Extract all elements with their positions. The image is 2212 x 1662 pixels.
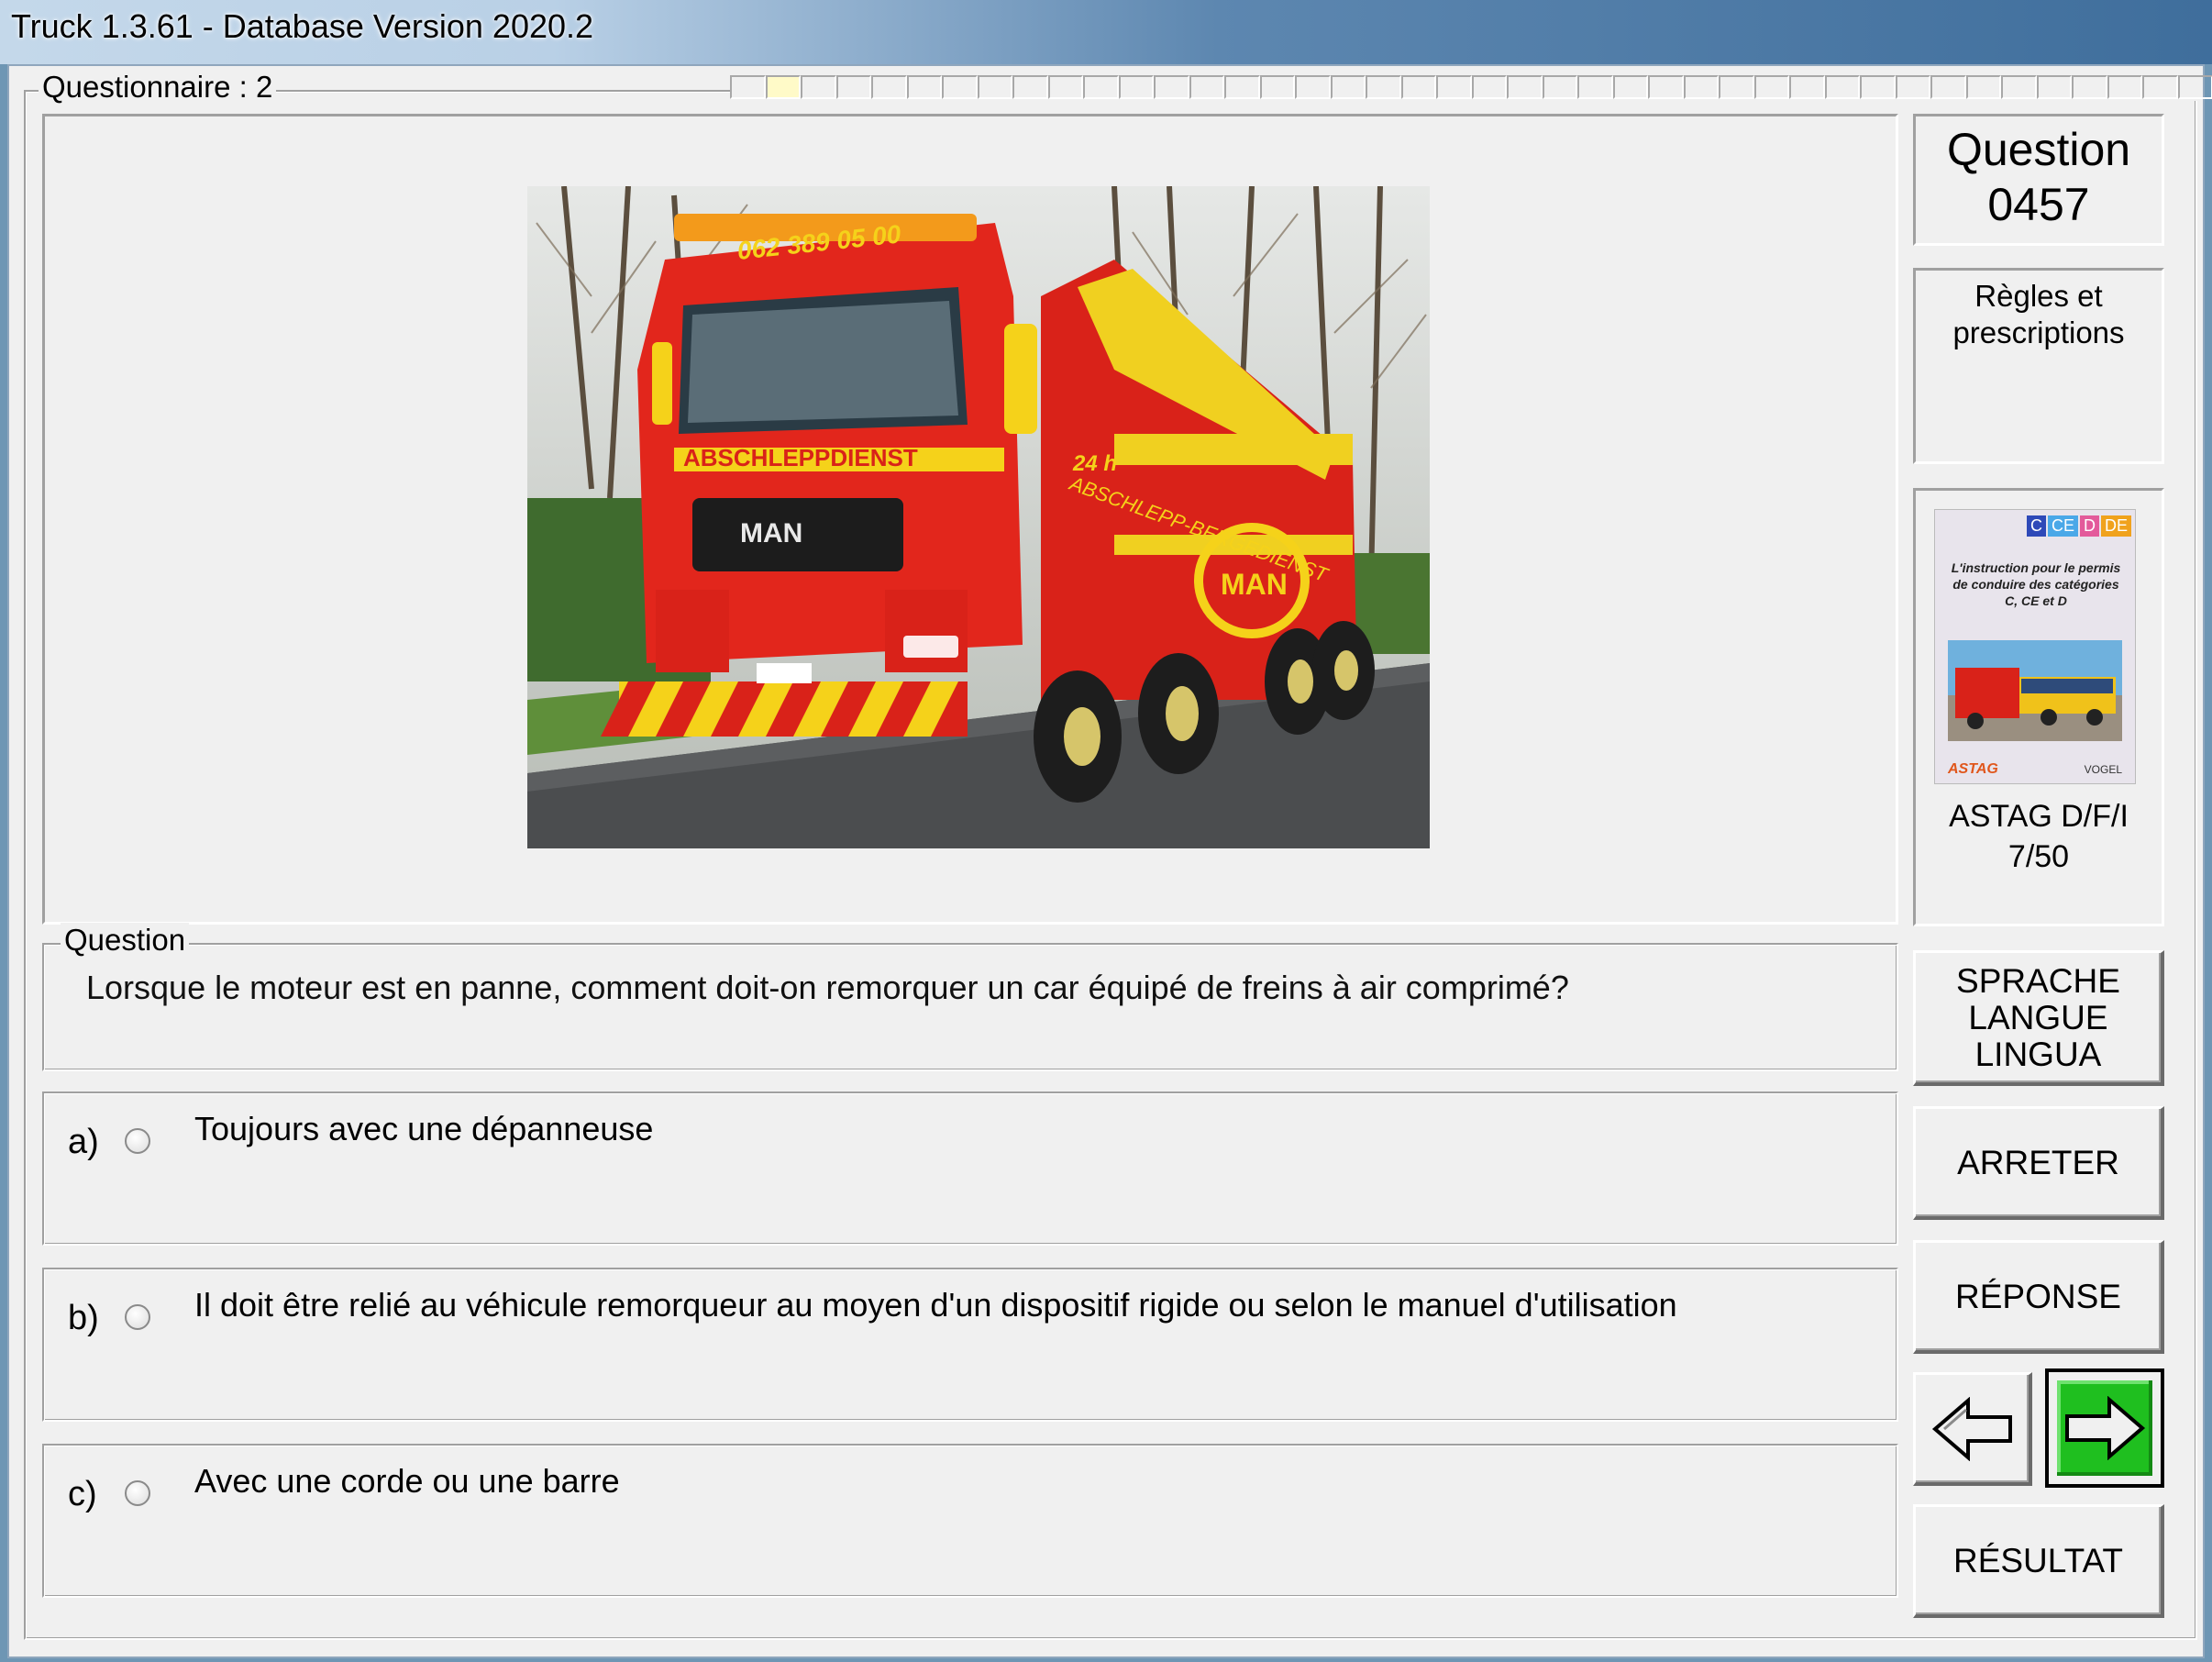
progress-segment [730,75,766,99]
answer-c-box[interactable]: c) Avec une corde ou une barre [42,1444,1898,1598]
question-legend: Question [61,923,190,958]
window-title: Truck 1.3.61 - Database Version 2020.2 [11,7,594,45]
progress-segment [1330,75,1366,99]
question-group [42,943,1898,1071]
vogel-logo: VOGEL [2084,763,2122,776]
language-label-it: LINGUA [1974,1035,2102,1073]
progress-segment [2177,75,2212,99]
progress-segment [1400,75,1436,99]
question-progress-bar [730,75,2212,101]
progress-segment [2001,75,2037,99]
book-cover: C CE D DE L'instruction pour le permis d… [1934,509,2136,784]
truck-photo: ABSCHLEPPDIENST 062 389 05 00 ABSCHLEPP-… [527,186,1430,848]
progress-segment [1577,75,1613,99]
arrow-right-icon [2065,1396,2146,1460]
progress-segment [765,75,801,99]
progress-segment [2142,75,2178,99]
progress-segment [1154,75,1189,99]
progress-segment [1118,75,1154,99]
truck-brand: MAN [740,518,802,548]
answer-b-letter: b) [68,1299,99,1337]
title-bar: Truck 1.3.61 - Database Version 2020.2 [0,0,2212,64]
progress-segment [1224,75,1260,99]
progress-segment [871,75,907,99]
source-box: C CE D DE L'instruction pour le permis d… [1913,488,2164,926]
progress-segment [1471,75,1507,99]
arrow-left-icon [1931,1396,2012,1461]
progress-segment [801,75,836,99]
result-button[interactable]: RÉSULTAT [1913,1504,2164,1618]
truck-hours-text: 24 h [1072,451,1117,476]
badge-d: D [2079,515,2099,537]
progress-segment [1824,75,1860,99]
progress-segment [1507,75,1543,99]
progress-segment [1930,75,1966,99]
answer-a-box[interactable]: a) Toujours avec une dépanneuse [42,1091,1898,1246]
answer-b-text: Il doit être relié au véhicule remorqueu… [194,1286,1677,1324]
app-window: Questionnaire : 2 ABSCHLEPPDIENST 062 38… [7,64,2212,1658]
category-text: Règles et prescriptions [1952,279,2125,349]
progress-segment [977,75,1012,99]
progress-segment [942,75,978,99]
answer-b-box[interactable]: b) Il doit être relié au véhicule remorq… [42,1268,1898,1422]
answer-a-letter: a) [68,1123,99,1161]
progress-segment [1436,75,1472,99]
answer-c-text: Avec une corde ou une barre [194,1462,620,1500]
progress-segment [1189,75,1224,99]
progress-segment [1719,75,1754,99]
question-number: 0457 [1987,179,2090,230]
answer-button[interactable]: RÉPONSE [1913,1240,2164,1354]
answer-a-text: Toujours avec une dépanneuse [194,1110,654,1147]
progress-segment [1895,75,1930,99]
progress-segment [906,75,942,99]
source-label: ASTAG D/F/I [1949,799,2129,834]
progress-segment [1259,75,1295,99]
progress-segment [1083,75,1119,99]
progress-segment [1295,75,1331,99]
source-page: 7/50 [2007,839,2070,874]
progress-segment [1965,75,2001,99]
progress-segment [2107,75,2142,99]
question-number-box: Question 0457 [1913,114,2164,246]
progress-segment [1683,75,1719,99]
answer-b-radio[interactable] [125,1304,150,1330]
category-box: Règles et prescriptions [1913,268,2164,464]
language-button[interactable]: SPRACHE LANGUE LINGUA [1913,950,2164,1086]
progress-segment [2072,75,2107,99]
image-panel: ABSCHLEPPDIENST 062 389 05 00 ABSCHLEPP-… [42,114,1898,925]
question-number-label: Question [1946,124,2131,175]
question-text: Lorsque le moteur est en panne, comment … [86,969,1569,1006]
questionnaire-label: Questionnaire : 2 [39,70,277,105]
progress-segment [1612,75,1648,99]
progress-segment [1366,75,1401,99]
progress-segment [1753,75,1789,99]
language-label-fr: LANGUE [1968,998,2108,1036]
stop-button[interactable]: ARRETER [1913,1106,2164,1220]
badge-c: C [2026,515,2046,537]
language-label-de: SPRACHE [1956,961,2120,1000]
book-cover-picture [1948,640,2122,741]
next-button[interactable] [2045,1368,2164,1488]
answer-a-radio[interactable] [125,1128,150,1154]
progress-segment [1542,75,1577,99]
progress-segment [1648,75,1684,99]
truck-side-text: ABSCHLEPPDIENST [683,444,918,471]
badge-ce: CE [2047,515,2078,537]
progress-segment [1047,75,1083,99]
progress-segment [1860,75,1896,99]
progress-segment [835,75,871,99]
answer-c-letter: c) [68,1475,97,1513]
previous-button[interactable] [1913,1372,2032,1486]
answer-c-radio[interactable] [125,1480,150,1506]
astag-logo: ASTAG [1948,761,1998,777]
badge-de: DE [2100,515,2131,537]
progress-segment [1789,75,1825,99]
progress-segment [1012,75,1048,99]
book-cover-text: L'instruction pour le permis de conduire… [1951,560,2121,608]
progress-segment [2036,75,2072,99]
svg-text:MAN: MAN [1221,568,1288,601]
